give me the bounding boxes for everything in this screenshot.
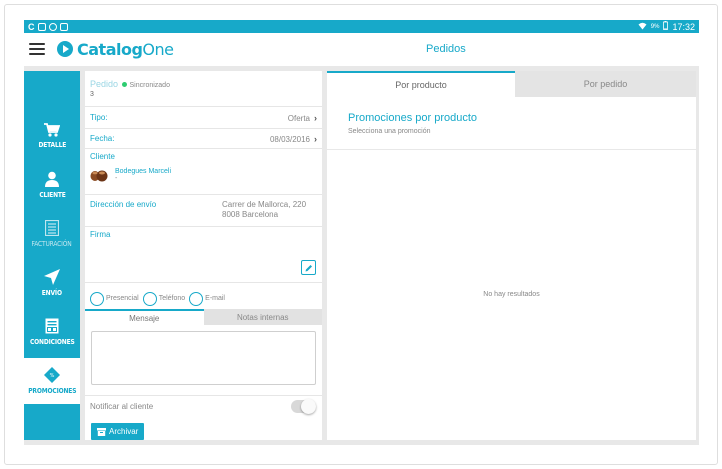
sidebar-item-facturacion[interactable]: FACTURACIÓN: [24, 211, 80, 257]
archive-button[interactable]: Archivar: [91, 423, 145, 440]
notify-label: Notificar al cliente: [90, 402, 154, 411]
sidebar-item-label: PROMOCIONES: [27, 387, 77, 395]
client-name: Bodegues Marceli: [115, 168, 172, 175]
pencil-icon: [305, 264, 312, 271]
logo-text: CatalogOne: [77, 39, 174, 59]
page-title: Pedidos: [426, 43, 466, 55]
sidebar-item-detalle[interactable]: DETALLE: [24, 113, 80, 159]
client-avatar: [90, 168, 108, 184]
image-icon: [59, 22, 68, 31]
order-number: 3: [90, 91, 94, 98]
battery-percent: 9%: [650, 23, 660, 30]
tab-mensaje[interactable]: Mensaje: [85, 309, 204, 325]
chevron-right-icon: ›: [314, 113, 317, 123]
app-logo: CatalogOne: [57, 40, 174, 59]
clipboard-icon: [45, 318, 59, 334]
tab-por-pedido[interactable]: Por pedido: [515, 71, 696, 97]
circle-icon: [48, 22, 57, 31]
direccion-line1: Carrer de Mallorca, 220: [222, 200, 307, 209]
wifi-icon: [638, 22, 647, 32]
person-icon: [44, 171, 60, 187]
sidebar-item-label: DETALLE: [38, 141, 66, 149]
fecha-value: 08/03/2016: [269, 135, 310, 144]
send-icon: [44, 269, 60, 285]
sidebar-item-promociones[interactable]: % PROMOCIONES: [24, 358, 80, 404]
cliente-row[interactable]: Cliente Bodegues Marceli -: [85, 149, 322, 195]
battery-icon: [663, 21, 669, 32]
firma-area[interactable]: Firma: [85, 227, 322, 283]
promotions-title: Promociones por producto: [348, 112, 478, 124]
order-panel: Pedido Sincronizado 3 Tipo: Oferta › Fech…: [85, 71, 322, 440]
notify-toggle[interactable]: [291, 399, 316, 414]
radio-telefono[interactable]: [142, 291, 157, 306]
cliente-label: Cliente: [90, 152, 115, 161]
clock: 17:32: [672, 21, 695, 32]
sidebar-item-envio[interactable]: ENVÍO: [24, 260, 80, 306]
radio-label: Teléfono: [158, 295, 186, 302]
document-icon: [45, 220, 59, 236]
sidebar-item-label: FACTURACIÓN: [31, 240, 73, 248]
tipo-row[interactable]: Tipo: Oferta ›: [85, 107, 322, 129]
promotions-subtitle: Selecciona una promoción: [348, 128, 431, 135]
sidebar: DETALLE CLIENTE FACTURACIÓN ENVÍO CONDIC…: [24, 71, 80, 440]
sidebar-item-label: CONDICIONES: [29, 338, 75, 346]
direccion-label: Dirección de envío: [90, 200, 157, 209]
divider: [327, 149, 696, 150]
archive-label: Archivar: [109, 427, 139, 436]
archive-icon: [97, 427, 106, 436]
direccion-line2: 8008 Barcelona: [222, 210, 279, 219]
message-textarea[interactable]: [91, 331, 316, 385]
client-subtitle: -: [115, 175, 118, 182]
sidebar-item-label: ENVÍO: [41, 289, 63, 297]
app-bar: CatalogOne Pedidos: [24, 33, 699, 65]
empty-state: No hay resultados: [483, 291, 540, 298]
promotion-tabs: Por producto Por pedido: [327, 71, 696, 97]
contact-method-group: Presencial Teléfono E-mail: [85, 283, 322, 309]
sidebar-item-cliente[interactable]: CLIENTE: [24, 162, 80, 208]
svg-text:%: %: [50, 373, 55, 379]
edit-signature-button[interactable]: [301, 260, 316, 275]
chevron-right-icon: ›: [314, 134, 317, 144]
tab-notas-internas[interactable]: Notas internas: [203, 309, 322, 325]
c-icon: C: [28, 21, 35, 32]
message-tabs: Mensaje Notas internas: [85, 309, 322, 325]
radio-email[interactable]: [189, 291, 204, 306]
order-label: Pedido: [90, 79, 119, 89]
play-icon: [57, 41, 73, 57]
firma-label: Firma: [90, 230, 111, 239]
tipo-label: Tipo:: [90, 113, 108, 122]
radio-label: E-mail: [205, 295, 225, 302]
promotions-panel: Por producto Por pedido Promociones por …: [327, 71, 696, 440]
sidebar-item-condiciones[interactable]: CONDICIONES: [24, 309, 80, 355]
radio-presencial[interactable]: [90, 291, 104, 306]
order-header: Pedido Sincronizado 3: [85, 71, 322, 107]
tab-por-producto[interactable]: Por producto: [327, 71, 515, 97]
square-icon: [37, 22, 46, 31]
sync-status: Sincronizado: [129, 82, 170, 89]
fecha-label: Fecha:: [90, 134, 115, 143]
menu-icon[interactable]: [29, 43, 45, 55]
direccion-row[interactable]: Dirección de envío Carrer de Mallorca, 2…: [85, 195, 322, 227]
tipo-value: Oferta: [287, 114, 310, 123]
notify-row: Notificar al cliente: [85, 395, 322, 417]
sync-dot-icon: [122, 82, 128, 88]
sidebar-item-label: CLIENTE: [38, 191, 66, 199]
fecha-row[interactable]: Fecha: 08/03/2016 ›: [85, 129, 322, 149]
tag-icon: %: [44, 367, 60, 383]
radio-label: Presencial: [106, 295, 139, 302]
status-bar: C 9% 17:32: [24, 20, 699, 33]
cart-icon: [44, 123, 60, 137]
